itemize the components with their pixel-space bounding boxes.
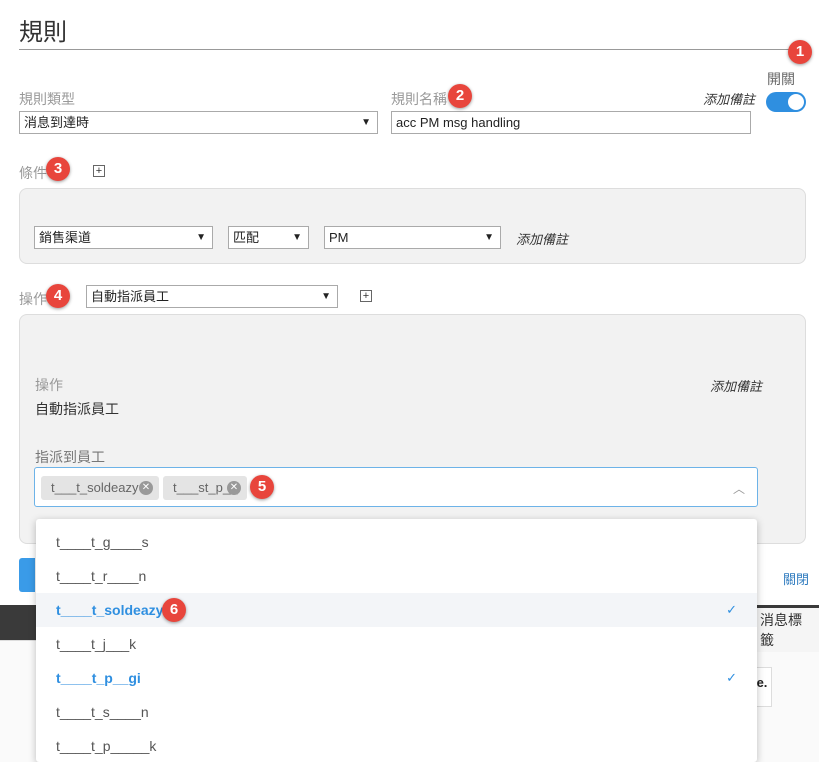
- rule-type-label: 規則類型: [19, 91, 75, 107]
- condition-operator-value: 匹配: [233, 230, 260, 245]
- add-action-icon[interactable]: +: [360, 290, 372, 302]
- option-label: t____t_g____s: [56, 534, 149, 550]
- dropdown-option[interactable]: t____t_p__gi ✓: [36, 661, 757, 695]
- dropdown-option[interactable]: t____t_soldeazy ✓: [36, 593, 757, 627]
- toggle-knob: [788, 94, 804, 110]
- chevron-up-icon[interactable]: ︿: [733, 480, 745, 497]
- condition-value-select[interactable]: PM ▼: [324, 226, 501, 249]
- rule-modal: 規則 開關 規則類型 消息到達時 ▼ 規則名稱 添加備註 acc PM msg …: [0, 0, 819, 605]
- annotation-marker-6: 6: [162, 598, 186, 622]
- rule-name-input[interactable]: acc PM msg handling: [391, 111, 751, 134]
- title-divider: [19, 49, 804, 50]
- dropdown-option[interactable]: t____t_g____s: [36, 525, 757, 559]
- dropdown-option[interactable]: t____t_j___k: [36, 627, 757, 661]
- assign-to-label: 指派到員工: [35, 449, 105, 465]
- conditions-label: 條件: [19, 165, 47, 181]
- remove-tag-icon[interactable]: ✕: [227, 481, 241, 495]
- rule-name-add-note-link[interactable]: 添加備註: [703, 89, 755, 108]
- assignee-tag: t___st_p__ ✕: [163, 476, 247, 500]
- action-label: 操作: [19, 291, 47, 307]
- action-select[interactable]: 自動指派員工 ▼: [86, 285, 338, 308]
- background-tab-label: 消息標籤: [756, 608, 819, 652]
- annotation-marker-5: 5: [250, 475, 274, 499]
- rule-type-select[interactable]: 消息到達時 ▼: [19, 111, 378, 134]
- caret-down-icon: ▼: [321, 291, 331, 302]
- option-label: t____t_s____n: [56, 704, 149, 720]
- close-button[interactable]: 關閉: [783, 569, 809, 588]
- add-condition-icon[interactable]: +: [93, 165, 105, 177]
- annotation-marker-2: 2: [448, 84, 472, 108]
- dropdown-option[interactable]: t____t_s____n: [36, 695, 757, 729]
- save-button[interactable]: [19, 558, 35, 592]
- condition-field-value: 銷售渠道: [39, 230, 92, 245]
- condition-add-note-link[interactable]: 添加備註: [516, 229, 568, 248]
- rule-name-label: 規則名稱: [391, 91, 447, 107]
- action-panel-value: 自動指派員工: [35, 401, 119, 417]
- condition-operator-select[interactable]: 匹配 ▼: [228, 226, 309, 249]
- dropdown-option[interactable]: t____t_p_____k: [36, 729, 757, 762]
- action-panel: [19, 314, 806, 544]
- dropdown-option[interactable]: t____t_r____n: [36, 559, 757, 593]
- caret-down-icon: ▼: [292, 232, 302, 243]
- action-panel-heading: 操作: [35, 377, 63, 393]
- condition-field-select[interactable]: 銷售渠道 ▼: [34, 226, 213, 249]
- assignee-dropdown: t____t_g____s t____t_r____n t____t_solde…: [36, 519, 757, 762]
- assignee-tag: t___t_soldeazy ✕: [41, 476, 159, 500]
- modal-title: 規則: [19, 19, 67, 46]
- condition-value-value: PM: [329, 230, 349, 245]
- annotation-marker-4: 4: [46, 284, 70, 308]
- caret-down-icon: ▼: [484, 232, 494, 243]
- remove-tag-icon[interactable]: ✕: [139, 481, 153, 495]
- check-icon: ✓: [726, 602, 737, 617]
- action-select-value: 自動指派員工: [91, 289, 170, 304]
- annotation-marker-3: 3: [46, 157, 70, 181]
- assignee-tag-label: t___t_soldeazy: [51, 480, 139, 495]
- caret-down-icon: ▼: [361, 117, 371, 128]
- option-label: t____t_p__gi: [56, 670, 141, 686]
- check-icon: ✓: [726, 670, 737, 685]
- assignee-multiselect[interactable]: t___t_soldeazy ✕ t___st_p__ ✕ ︿: [34, 467, 758, 507]
- option-label: t____t_soldeazy: [56, 602, 164, 618]
- enable-toggle[interactable]: [766, 92, 806, 112]
- option-label: t____t_r____n: [56, 568, 147, 584]
- annotation-marker-1: 1: [788, 40, 812, 64]
- caret-down-icon: ▼: [196, 232, 206, 243]
- option-label: t____t_p_____k: [56, 738, 157, 754]
- rule-type-value: 消息到達時: [24, 115, 90, 130]
- option-label: t____t_j___k: [56, 636, 137, 652]
- action-add-note-link[interactable]: 添加備註: [710, 376, 762, 395]
- toggle-label: 開關: [767, 71, 795, 87]
